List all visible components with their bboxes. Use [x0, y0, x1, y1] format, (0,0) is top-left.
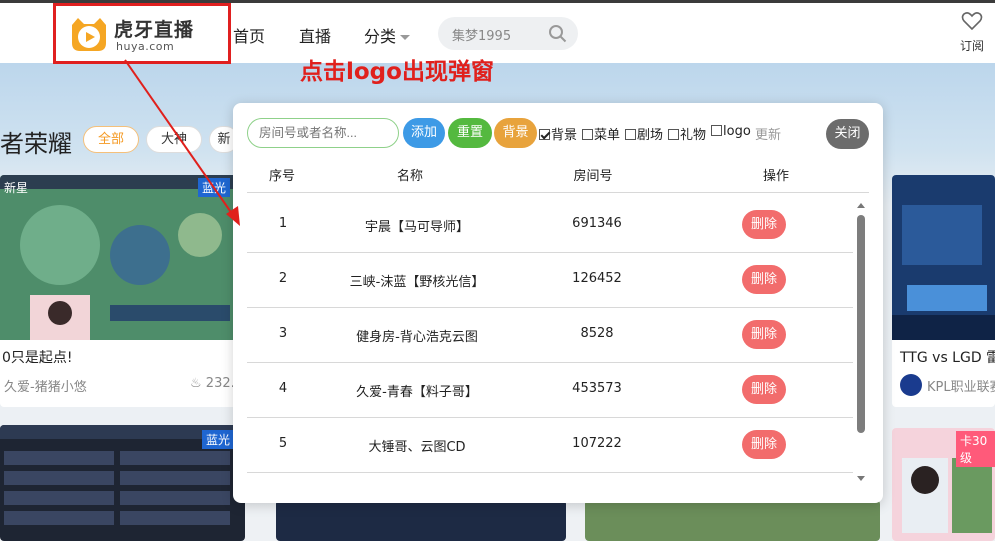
card-title[interactable]: 0只是起点! [2, 347, 73, 367]
row-room: 126452 [572, 271, 622, 286]
checkbox-gift[interactable]: 礼物 [668, 124, 706, 143]
quality-badge: 蓝光 [202, 430, 235, 449]
row-room: 107222 [572, 436, 622, 451]
checkbox-menu[interactable]: 菜单 [582, 124, 620, 143]
row-room: 8528 [580, 326, 614, 341]
table-row: 1 宇晨【马可导师】 691346 删除 [247, 198, 853, 253]
table-row: 4 久爱-青春【料子哥】 453573 删除 [247, 363, 853, 418]
checkbox-icon [625, 129, 636, 140]
column-header-name: 名称 [396, 169, 423, 184]
refresh-link[interactable]: 更新 [755, 124, 781, 143]
live-card-5[interactable] [585, 500, 880, 541]
row-name: 宇晨【马可导师】 [364, 220, 469, 235]
column-header-action: 操作 [762, 169, 789, 184]
logo-text: 虎牙直播 [114, 19, 195, 41]
checkbox-icon [668, 129, 679, 140]
delete-button[interactable]: 删除 [742, 265, 786, 294]
live-card-1[interactable]: 新星 蓝光 0只是起点! 久爱-猪猪小悠 ♨ 232. [0, 175, 245, 407]
search-icon[interactable] [548, 24, 568, 44]
logo[interactable]: 虎牙直播 huya.com [53, 3, 231, 64]
checkbox-icon [539, 129, 550, 140]
row-index: 2 [278, 271, 288, 286]
scroll-down-arrow-icon[interactable] [857, 476, 865, 481]
subscribe-label: 订阅 [959, 39, 984, 53]
subscribe-button[interactable]: 订阅 [955, 11, 989, 59]
level-badge: 卡30级 [956, 431, 995, 467]
filter-expert[interactable]: 大神 [146, 126, 202, 153]
checkbox-icon [582, 129, 593, 140]
row-name: 健身房-背心浩克云图 [356, 330, 478, 345]
section-title: 者荣耀 [0, 130, 72, 158]
table-row: 2 三峡-沫蓝【野核光信】 126452 删除 [247, 253, 853, 308]
table-row: 3 健身房-背心浩克云图 8528 删除 [247, 308, 853, 363]
row-name: 大锤哥、云图CD [368, 440, 466, 455]
filter-all[interactable]: 全部 [83, 126, 139, 153]
heart-icon [961, 12, 983, 31]
row-name: 久爱-青春【料子哥】 [356, 385, 478, 400]
card-top-label: 新星 [4, 181, 29, 195]
delete-button[interactable]: 删除 [742, 375, 786, 404]
checkbox-icon [711, 125, 722, 136]
card-author[interactable]: 久爱-猪猪小悠 [4, 376, 87, 395]
nav-category[interactable]: 分类 [364, 23, 411, 47]
card-heat: ♨ 232. [190, 376, 235, 391]
live-card-3[interactable]: 蓝光 [0, 425, 245, 541]
search-input[interactable]: 集梦1995 [438, 17, 578, 50]
background-button[interactable]: 背景 [494, 118, 537, 148]
huya-logo-icon [72, 18, 106, 51]
scroll-up-arrow-icon[interactable] [857, 203, 865, 208]
checkbox-logo[interactable]: logo [711, 124, 751, 139]
nav-home[interactable]: 首页 [233, 23, 265, 47]
row-room: 453573 [572, 381, 622, 396]
delete-button[interactable]: 删除 [742, 210, 786, 239]
avatar [900, 374, 922, 396]
row-index: 1 [278, 216, 288, 231]
column-header-room: 房间号 [573, 169, 613, 184]
table-row: 5 大锤哥、云图CD 107222 删除 [247, 418, 853, 473]
site-header: 虎牙直播 huya.com 首页 直播 分类 集梦1995 订阅 [0, 3, 995, 64]
card-author[interactable]: KPL职业联赛 [927, 376, 995, 395]
annotation-text: 点击logo出现弹窗 [300, 59, 494, 85]
row-index: 4 [278, 381, 288, 396]
close-button[interactable]: 关闭 [826, 119, 869, 149]
checkbox-background[interactable]: 背景 [539, 124, 577, 143]
table-header-divider [247, 192, 869, 193]
chevron-down-icon [400, 35, 411, 40]
room-manager-dialog: 添加 重置 背景 背景 菜单 剧场 礼物 logo 更新 关闭 序号 名称 房间… [233, 103, 883, 503]
row-room: 691346 [572, 216, 622, 231]
scrollbar-thumb[interactable] [857, 215, 865, 433]
live-card-6[interactable]: 卡30级 [892, 428, 995, 541]
delete-button[interactable]: 删除 [742, 320, 786, 349]
flame-icon: ♨ [190, 376, 202, 391]
delete-button[interactable]: 删除 [742, 430, 786, 459]
row-index: 5 [278, 436, 288, 451]
scrollbar[interactable] [856, 203, 866, 488]
logo-domain: huya.com [116, 40, 175, 53]
reset-button[interactable]: 重置 [448, 118, 492, 148]
row-name: 三峡-沫蓝【野核光信】 [349, 275, 485, 290]
stream-thumbnail [892, 175, 995, 340]
quality-badge: 蓝光 [198, 178, 231, 197]
stream-thumbnail [0, 175, 245, 340]
add-button[interactable]: 添加 [403, 118, 445, 148]
column-header-index: 序号 [268, 169, 295, 184]
search-value: 集梦1995 [452, 29, 512, 44]
row-index: 3 [278, 326, 288, 341]
card-title[interactable]: TTG vs LGD 雷 [900, 347, 995, 367]
nav-live[interactable]: 直播 [299, 23, 331, 47]
room-search-input[interactable] [247, 118, 399, 148]
live-card-4[interactable] [276, 500, 566, 541]
checkbox-theater[interactable]: 剧场 [625, 124, 663, 143]
live-card-2[interactable]: TTG vs LGD 雷 KPL职业联赛 [892, 175, 995, 407]
